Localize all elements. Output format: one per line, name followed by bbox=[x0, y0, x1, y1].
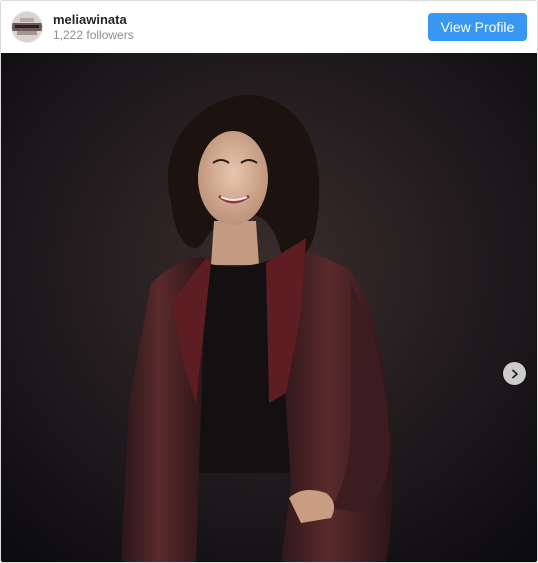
post-header: meliawinata 1,222 followers View Profile bbox=[1, 1, 537, 53]
carousel-next-button[interactable] bbox=[503, 362, 526, 385]
instagram-embed: meliawinata 1,222 followers View Profile bbox=[0, 0, 538, 563]
chevron-right-icon bbox=[511, 369, 518, 378]
username-link[interactable]: meliawinata bbox=[53, 12, 134, 28]
user-info: meliawinata 1,222 followers bbox=[53, 12, 134, 43]
follower-count: 1,222 followers bbox=[53, 28, 134, 42]
avatar-image bbox=[12, 12, 42, 42]
post-photo[interactable] bbox=[1, 53, 537, 562]
view-profile-button[interactable]: View Profile bbox=[428, 13, 527, 41]
photo-image bbox=[1, 53, 537, 562]
profile-avatar[interactable] bbox=[11, 11, 43, 43]
